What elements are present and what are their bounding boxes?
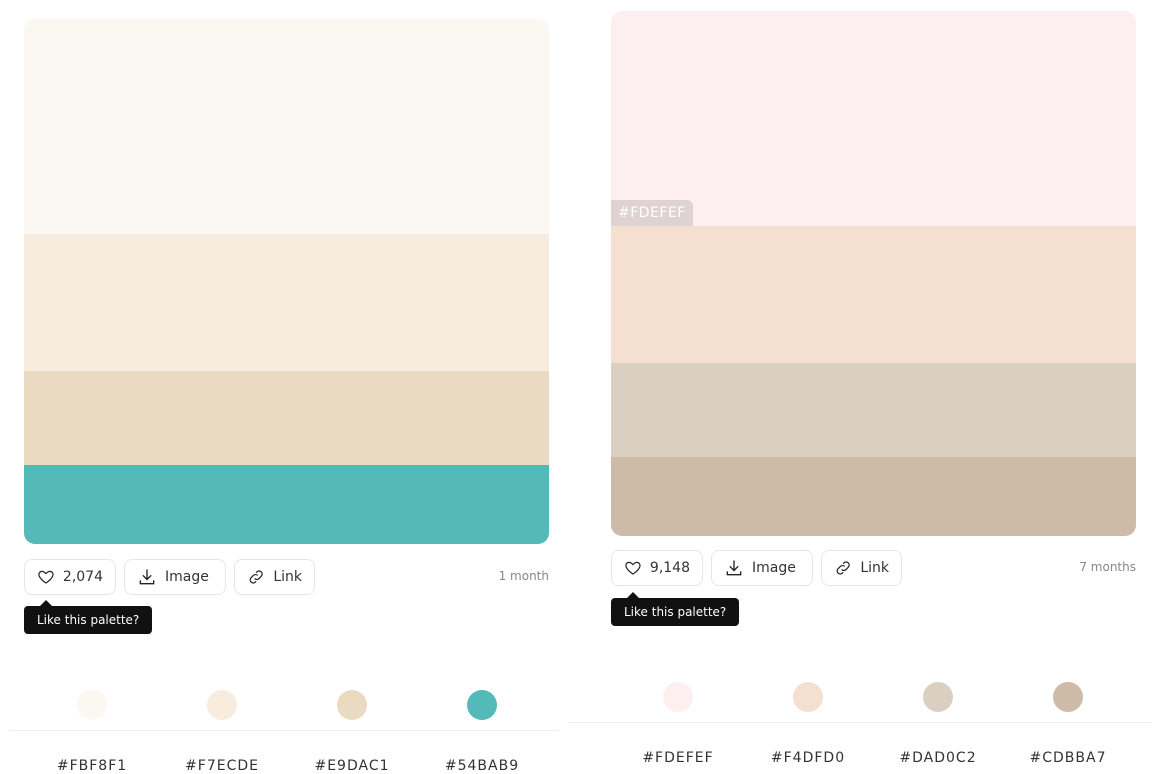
copy-link-button[interactable]: Link — [234, 559, 315, 595]
hex-code: #FDEFEF — [642, 750, 714, 766]
like-count: 2,074 — [62, 569, 103, 585]
color-dot — [337, 690, 367, 720]
color-band-4[interactable] — [611, 457, 1136, 536]
color-dot — [77, 690, 107, 720]
link-label: Link — [273, 569, 302, 585]
image-label: Image — [752, 560, 796, 576]
heart-icon — [625, 561, 641, 575]
color-dot — [207, 690, 237, 720]
like-button[interactable]: 9,148 — [611, 550, 703, 586]
like-tooltip: Like this palette? — [611, 592, 740, 626]
swatch-item[interactable]: #CDBBA7 — [1003, 662, 1133, 766]
color-dot — [663, 682, 693, 712]
palette-age: 1 month — [498, 569, 549, 583]
palette-age: 7 months — [1079, 560, 1136, 574]
copy-link-button[interactable]: Link — [821, 550, 902, 586]
swatch-item[interactable]: #E9DAC1 — [287, 670, 417, 774]
color-dot — [793, 682, 823, 712]
hex-hover-label: #FDEFEF — [611, 200, 693, 226]
color-dot — [467, 690, 497, 720]
swatch-item[interactable]: #54BAB9 — [417, 670, 547, 774]
swatch-item[interactable]: #FBF8F1 — [27, 670, 157, 774]
swatch-item[interactable]: #F4DFD0 — [743, 662, 873, 766]
download-image-button[interactable]: Image — [124, 559, 226, 595]
download-image-button[interactable]: Image — [711, 550, 813, 586]
download-icon — [726, 560, 742, 576]
heart-icon — [38, 570, 54, 584]
download-icon — [139, 569, 155, 585]
palette-preview[interactable]: #FDEFEF — [611, 11, 1136, 536]
palette-actions: 2,074 Image Link 1 month — [24, 559, 549, 597]
color-band-3[interactable] — [24, 371, 549, 465]
hex-code: #F4DFD0 — [770, 750, 846, 766]
palette-card-left: 2,074 Image Link 1 month Like this palet… — [24, 19, 549, 634]
color-band-4[interactable] — [24, 465, 549, 544]
palette-preview[interactable] — [24, 19, 549, 544]
like-button[interactable]: 2,074 — [24, 559, 116, 595]
link-icon — [836, 561, 850, 575]
palette-card-right: #FDEFEF 9,148 Image Link 7 months Like t… — [611, 11, 1136, 626]
color-band-2[interactable] — [611, 226, 1136, 363]
swatch-item[interactable]: #DAD0C2 — [873, 662, 1003, 766]
color-band-1[interactable] — [24, 19, 549, 234]
color-dot — [1053, 682, 1083, 712]
hex-code: #DAD0C2 — [899, 750, 977, 766]
link-icon — [249, 570, 263, 584]
color-band-2[interactable] — [24, 234, 549, 371]
color-dot — [923, 682, 953, 712]
link-label: Link — [860, 560, 889, 576]
like-count: 9,148 — [649, 560, 690, 576]
swatch-item[interactable]: #F7ECDE — [157, 670, 287, 774]
swatch-item[interactable]: #FDEFEF — [613, 662, 743, 766]
color-swatches-left: #FBF8F1 #F7ECDE #E9DAC1 #54BAB9 — [10, 670, 558, 774]
color-band-3[interactable] — [611, 363, 1136, 457]
color-swatches-right: #FDEFEF #F4DFD0 #DAD0C2 #CDBBA7 — [568, 662, 1152, 766]
like-tooltip: Like this palette? — [24, 600, 153, 634]
palette-actions: 9,148 Image Link 7 months — [611, 550, 1136, 588]
image-label: Image — [165, 569, 209, 585]
color-band-1[interactable]: #FDEFEF — [611, 11, 1136, 226]
hex-code: #CDBBA7 — [1029, 750, 1107, 766]
